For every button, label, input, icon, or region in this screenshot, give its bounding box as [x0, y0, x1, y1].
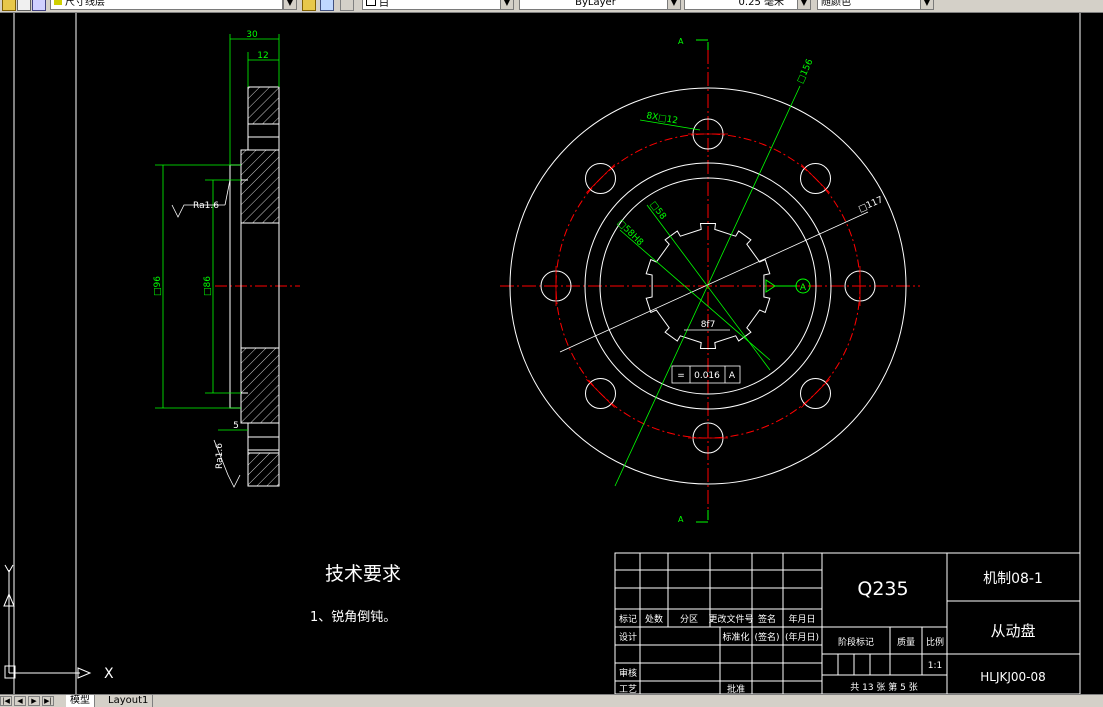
- ratio-label: 比例: [926, 636, 944, 648]
- dim-dia-outer: □96: [153, 276, 163, 296]
- date-label: (年月日): [785, 631, 819, 643]
- dim-pcd: □117: [857, 195, 885, 215]
- tech-note: 1、锐角倒钝。: [310, 610, 396, 625]
- sign-label: (签名): [754, 631, 779, 643]
- school-class: 机制08-1: [983, 571, 1043, 587]
- plotstyle-value: 随颜色: [821, 0, 851, 8]
- tol-datum: A: [729, 371, 736, 381]
- lineweight-dropdown[interactable]: 0.25 毫米: [684, 0, 799, 10]
- layer-lock-icon[interactable]: [32, 0, 46, 11]
- hdr-3: 更改文件号: [708, 613, 753, 625]
- front-view: □156 □117 8X□12 □58 □58H8 8f7 = 0.016 A …: [500, 37, 920, 524]
- layer-dropdown[interactable]: 尺寸线层: [50, 0, 283, 10]
- process-label: 工艺: [619, 684, 637, 694]
- separator-icon: [340, 0, 354, 11]
- hdr-5: 年月日: [788, 613, 815, 625]
- material: Q235: [857, 578, 908, 600]
- weight-label: 质量: [897, 636, 915, 648]
- section-mark-top: A: [678, 37, 684, 46]
- review-label: 审核: [619, 667, 637, 679]
- bolt-hole-centerline: [586, 164, 615, 193]
- chevron-down-icon[interactable]: ▼: [500, 0, 514, 10]
- tol-symbol: =: [677, 371, 685, 381]
- scale-value: 1:1: [928, 661, 942, 671]
- section-mark-bottom: A: [678, 515, 684, 524]
- part-name: 从动盘: [990, 622, 1035, 640]
- sheet-count: 共 13 张 第 5 张: [850, 681, 917, 693]
- last-tab-icon[interactable]: ▶|: [42, 696, 54, 706]
- chevron-down-icon[interactable]: ▼: [797, 0, 811, 10]
- bolt-hole-centerline: [801, 379, 830, 408]
- dim-holes: 8X□12: [645, 111, 678, 126]
- design-label: 设计: [619, 631, 637, 643]
- hdr-0: 标记: [619, 613, 637, 625]
- plotstyle-dropdown[interactable]: 随颜色: [817, 0, 922, 10]
- make-current-layer-icon[interactable]: [302, 0, 316, 11]
- color-dropdown[interactable]: 白: [362, 0, 502, 10]
- prev-tab-icon[interactable]: ◀: [14, 696, 26, 706]
- dim-spline-1: □58: [648, 200, 668, 222]
- tol-value: 0.016: [694, 371, 720, 381]
- section-view: 30 12 □96 □86 5 Ra1.6 Ra1.6: [153, 30, 300, 488]
- layer-manager-icon[interactable]: [2, 0, 16, 11]
- linetype-dropdown[interactable]: ByLayer: [519, 0, 669, 10]
- linetype-value: ByLayer: [575, 0, 616, 8]
- approve-label: 批准: [727, 683, 745, 694]
- tech-requirements-title: 技术要求: [325, 563, 401, 585]
- dim-spline-2: □58H8: [615, 218, 645, 248]
- dim-gap: 5: [233, 421, 239, 431]
- stage-label: 阶段标记: [838, 636, 874, 648]
- standard-label: 标准化: [722, 631, 749, 643]
- dim-width-hub: 12: [257, 51, 268, 61]
- layer-name: 尺寸线层: [65, 0, 105, 8]
- drawing-number: HLJKJ00-08: [980, 670, 1046, 684]
- bolt-hole-centerline: [586, 379, 615, 408]
- dim-width-total: 30: [246, 30, 258, 40]
- ucs-icon: [3, 564, 92, 679]
- roughness-1: Ra1.6: [193, 201, 219, 211]
- hdr-2: 分区: [680, 614, 698, 625]
- dim-dia-inner: □86: [203, 276, 213, 296]
- drawing-canvas[interactable]: 30 12 □96 □86 5 Ra1.6 Ra1.6 □156 □117 8X…: [0, 13, 1103, 694]
- chevron-down-icon[interactable]: ▼: [283, 0, 297, 10]
- tab-model[interactable]: 模型: [66, 695, 95, 707]
- bolt-hole-centerline: [801, 164, 830, 193]
- hdr-1: 处数: [645, 613, 663, 625]
- chevron-down-icon[interactable]: ▼: [920, 0, 934, 10]
- hdr-4: 签名: [758, 613, 776, 625]
- datum-label: A: [800, 283, 807, 293]
- tab-layout1[interactable]: Layout1: [104, 695, 154, 707]
- first-tab-icon[interactable]: |◀: [0, 696, 12, 706]
- layer-state-icon[interactable]: [17, 0, 31, 11]
- dim-width: 8f7: [701, 320, 716, 330]
- layer-previous-icon[interactable]: [320, 0, 334, 11]
- properties-toolbar: 尺寸线层 ▼ 白 ▼ ByLayer ▼ 0.25 毫米 ▼ 随颜色 ▼: [0, 0, 1103, 13]
- chevron-down-icon[interactable]: ▼: [667, 0, 681, 10]
- layout-tabs-bar: |◀ ◀ ▶ ▶| 模型 Layout1: [0, 694, 1103, 707]
- ucs-x-label: X: [104, 666, 114, 682]
- color-value: 白: [379, 0, 389, 9]
- lineweight-value: 0.25 毫米: [738, 0, 784, 8]
- dim-outer: □156: [796, 58, 816, 86]
- next-tab-icon[interactable]: ▶: [28, 696, 40, 706]
- roughness-2: Ra1.6: [215, 443, 225, 469]
